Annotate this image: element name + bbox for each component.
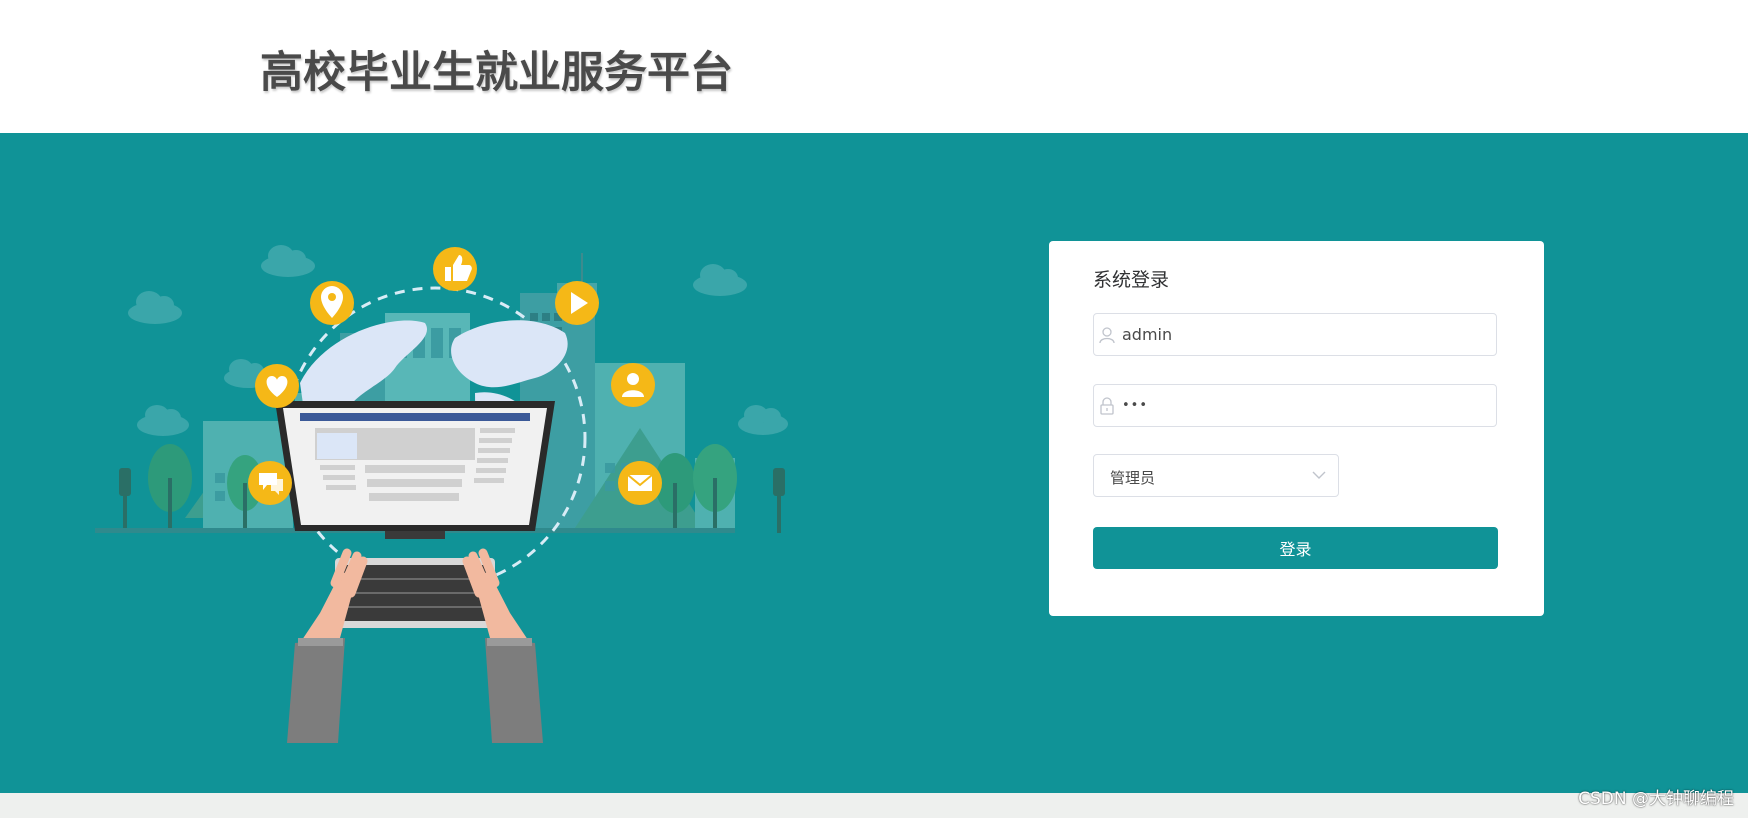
heart-icon bbox=[255, 364, 299, 408]
person-icon bbox=[611, 363, 655, 407]
role-select[interactable]: 管理员 bbox=[1093, 454, 1339, 497]
login-card: 系统登录 管理员 登录 bbox=[1049, 241, 1544, 616]
login-title: 系统登录 bbox=[1093, 269, 1170, 291]
chat-icon bbox=[248, 461, 292, 505]
login-button[interactable]: 登录 bbox=[1093, 527, 1498, 569]
mail-icon bbox=[618, 461, 662, 505]
header: 高校毕业生就业服务平台 bbox=[0, 0, 1748, 133]
hero-illustration bbox=[95, 245, 788, 743]
thumbs-up-icon bbox=[433, 247, 477, 291]
username-input[interactable] bbox=[1122, 314, 1482, 355]
location-pin-icon bbox=[310, 281, 354, 325]
footer bbox=[0, 793, 1748, 818]
username-field[interactable] bbox=[1093, 313, 1497, 356]
lock-icon bbox=[1100, 397, 1114, 415]
role-select-value: 管理员 bbox=[1110, 469, 1156, 487]
chevron-down-icon bbox=[1312, 471, 1326, 479]
password-input[interactable] bbox=[1122, 385, 1482, 426]
monitor bbox=[275, 401, 555, 539]
play-icon bbox=[555, 281, 599, 325]
page-title: 高校毕业生就业服务平台 bbox=[260, 48, 733, 98]
watermark: CSDN @大钟聊编程 bbox=[1578, 789, 1734, 809]
user-icon bbox=[1099, 327, 1115, 344]
password-field[interactable] bbox=[1093, 384, 1497, 427]
